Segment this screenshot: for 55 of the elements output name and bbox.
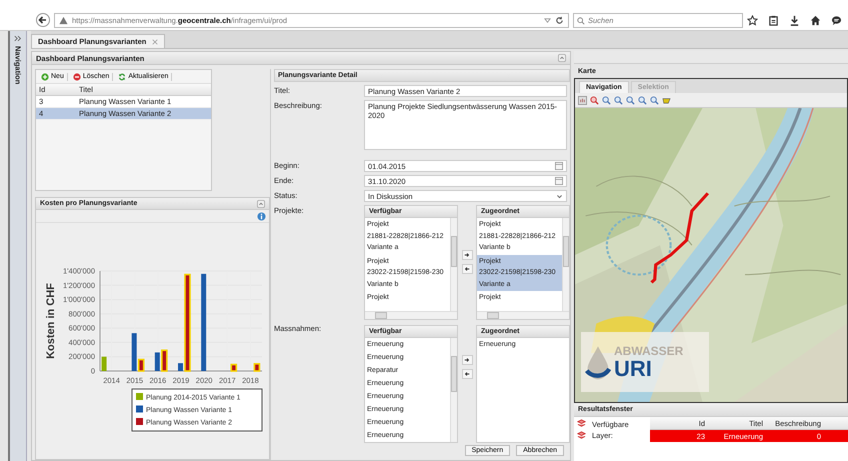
chevron-down-icon[interactable]	[556, 192, 563, 200]
scrollbar[interactable]	[450, 218, 457, 311]
zoom-icon[interactable]	[650, 96, 659, 104]
layers-icon[interactable]	[577, 419, 586, 428]
axis-title: Kosten in CHF	[45, 283, 57, 359]
chart-bar[interactable]	[161, 349, 168, 372]
delete-icon	[72, 72, 81, 80]
chart-bar[interactable]	[254, 363, 260, 372]
move-left-button[interactable]	[462, 369, 472, 379]
search-icon	[577, 16, 585, 24]
warning-icon	[59, 16, 68, 24]
zoom-icon[interactable]	[590, 96, 599, 104]
clipboard-icon[interactable]	[768, 14, 779, 26]
chart-bar[interactable]	[201, 274, 206, 371]
star-icon[interactable]	[747, 14, 758, 26]
layers-icon[interactable]	[577, 431, 586, 440]
zoom-icon[interactable]	[638, 96, 647, 104]
zoom-icon[interactable]	[626, 96, 635, 104]
back-icon[interactable]	[36, 13, 50, 27]
add-icon	[41, 72, 49, 80]
download-icon[interactable]	[789, 14, 800, 26]
marker-icon[interactable]	[662, 96, 671, 104]
arrow-left-icon	[464, 371, 470, 377]
scrollbar[interactable]	[450, 338, 457, 442]
arrow-left-icon	[464, 266, 470, 272]
logo-text: ABWASSER	[614, 344, 684, 358]
reload-icon[interactable]	[555, 16, 564, 24]
chat-icon[interactable]	[831, 14, 842, 26]
expand-icon[interactable]	[14, 35, 22, 42]
collapse-icon[interactable]	[558, 54, 566, 62]
home-icon[interactable]	[810, 14, 821, 26]
chart-bar[interactable]	[230, 364, 238, 372]
move-left-button[interactable]	[462, 264, 472, 274]
calendar-icon[interactable]	[555, 162, 563, 170]
zoom-icon[interactable]	[614, 96, 623, 104]
chart-bar[interactable]	[184, 274, 191, 372]
drop-icon	[585, 344, 611, 380]
chart-bar[interactable]	[154, 352, 160, 371]
move-right-button[interactable]	[462, 250, 472, 260]
scrollbar[interactable]	[365, 311, 457, 319]
arrow-right-icon	[464, 357, 470, 363]
close-icon[interactable]	[152, 38, 158, 44]
refresh-icon	[118, 72, 126, 80]
info-icon[interactable]	[257, 212, 266, 220]
dropdown-icon[interactable]	[544, 16, 551, 24]
arrow-right-icon	[464, 252, 470, 258]
scrollbar[interactable]	[562, 218, 569, 311]
calendar-icon[interactable]	[555, 177, 563, 185]
move-right-button[interactable]	[462, 355, 472, 365]
scrollbar[interactable]	[477, 311, 569, 319]
zoom-icon[interactable]	[602, 96, 611, 104]
chart-bar[interactable]	[138, 358, 145, 372]
collapse-icon[interactable]	[257, 200, 265, 208]
logo-text: URI	[614, 358, 653, 380]
chart-bar[interactable]	[132, 333, 137, 371]
